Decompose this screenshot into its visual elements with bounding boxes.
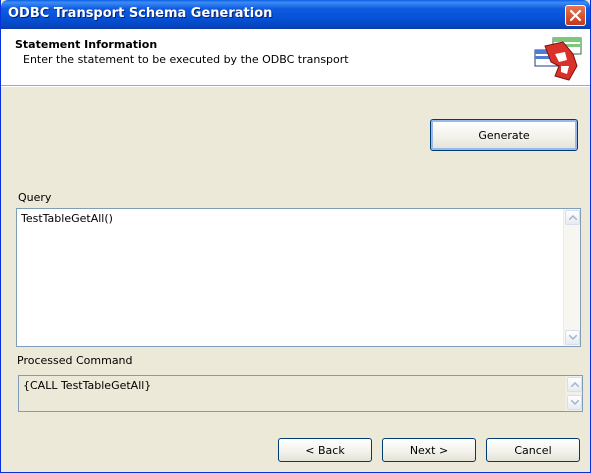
wizard-logo-icon <box>534 37 582 81</box>
generate-button[interactable]: Generate <box>430 119 578 151</box>
dialog-window: ODBC Transport Schema Generation Stateme… <box>0 0 591 473</box>
close-button[interactable] <box>565 5 586 26</box>
scroll-down-arrow-icon <box>569 335 577 340</box>
processed-command-field[interactable]: {CALL TestTableGetAll} <box>18 375 583 412</box>
cancel-button[interactable]: Cancel <box>486 438 580 462</box>
query-scroll-up-button[interactable] <box>565 210 580 225</box>
scroll-up-arrow-icon <box>571 382 579 387</box>
processed-command-text: {CALL TestTableGetAll} <box>23 379 152 392</box>
scroll-up-arrow-icon <box>569 215 577 220</box>
window-title: ODBC Transport Schema Generation <box>8 6 273 21</box>
header-subtitle: Enter the statement to be executed by th… <box>23 53 349 66</box>
query-scrollbar[interactable] <box>563 209 580 346</box>
processed-scroll-down-button[interactable] <box>567 395 582 410</box>
close-icon <box>569 9 582 22</box>
processed-scroll-up-button[interactable] <box>567 377 582 392</box>
next-button[interactable]: Next > <box>382 438 476 462</box>
title-bar[interactable]: ODBC Transport Schema Generation <box>1 0 590 29</box>
processed-scrollbar[interactable] <box>565 376 582 411</box>
back-button[interactable]: < Back <box>278 438 372 462</box>
query-textarea[interactable]: TestTableGetAll() <box>16 208 581 347</box>
wizard-header: Statement Information Enter the statemen… <box>1 29 590 87</box>
query-scroll-down-button[interactable] <box>565 330 580 345</box>
header-title: Statement Information <box>15 38 158 51</box>
query-label: Query <box>18 191 52 204</box>
query-text[interactable]: TestTableGetAll() <box>21 212 113 225</box>
scroll-down-arrow-icon <box>571 400 579 405</box>
processed-command-label: Processed Command <box>17 354 133 367</box>
